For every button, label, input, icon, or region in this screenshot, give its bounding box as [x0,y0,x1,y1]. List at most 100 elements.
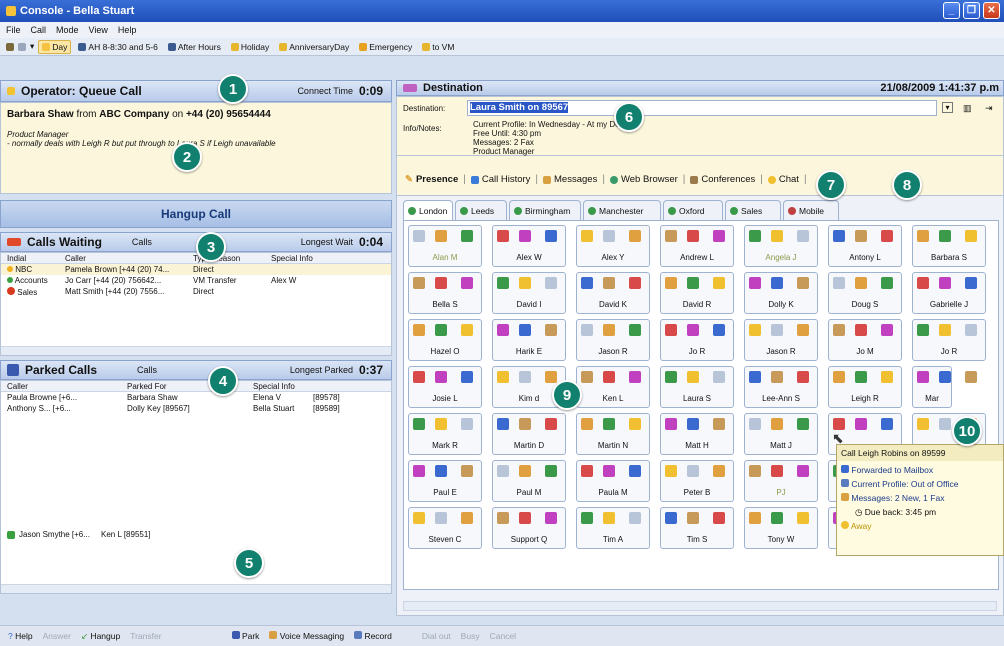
horizontal-scrollbar[interactable] [1,584,391,593]
dial-out-button[interactable]: Dial out [422,631,451,641]
contact-card[interactable]: Lee-Ann S [744,366,818,408]
tab-chat[interactable]: Chat [767,174,799,185]
mode-to-vm[interactable]: to VM [419,41,457,53]
contact-card[interactable]: Gabrielle J [912,272,986,314]
contact-card[interactable]: Jo R [912,319,986,361]
record-button[interactable]: Record [354,631,392,641]
contact-card[interactable]: Jason R [576,319,650,361]
group-tab-birmingham[interactable]: Birmingham [509,200,581,220]
contact-card[interactable]: David I [492,272,566,314]
contact-card[interactable]: Jo M [828,319,902,361]
contact-card[interactable]: Doug S [828,272,902,314]
group-tab-london[interactable]: London [403,200,453,220]
contact-card[interactable]: Alan M [408,225,482,267]
contact-card[interactable]: Jo R [660,319,734,361]
minimize-button[interactable]: _ [943,2,960,19]
contact-card[interactable]: Martin N [576,413,650,455]
contact-card[interactable]: Antony L [828,225,902,267]
maximize-button[interactable]: ❐ [963,2,980,19]
tab-messages[interactable]: Messages [543,174,597,185]
mode-holiday[interactable]: Holiday [228,41,272,53]
help-button[interactable]: ? Help [8,631,33,641]
park-button[interactable]: Park [231,631,259,641]
voice-messaging-button[interactable]: Voice Messaging [269,631,344,641]
destination-input[interactable]: Laura Smith on 89567 [467,100,937,116]
mode-emergency[interactable]: Emergency [356,41,415,53]
contact-card[interactable]: Mar [912,366,977,408]
tab-call-history[interactable]: Call History [470,174,530,185]
group-tab-oxford[interactable]: Oxford [663,200,723,220]
contact-card[interactable]: Alex Y [576,225,650,267]
contact-card[interactable]: David R [660,272,734,314]
phone-icon [965,324,977,336]
options-icon[interactable] [18,42,26,51]
hangup-call-button[interactable]: Hangup Call [0,200,392,228]
group-tab-manchester[interactable]: Manchester [583,200,661,220]
horizontal-scrollbar[interactable] [1,346,391,355]
menu-help[interactable]: Help [118,25,137,35]
menu-mode[interactable]: Mode [56,25,79,35]
contact-card[interactable]: Dolly K [744,272,818,314]
contact-card[interactable]: Tim S [660,507,734,549]
mode-after-hours[interactable]: After Hours [165,41,224,53]
contact-card[interactable]: Paula M [576,460,650,502]
contact-card[interactable]: Ken L [576,366,650,408]
table-row[interactable]: Paula Browne [+6... Barbara Shaw Elena V [8… [1,392,391,403]
contact-card[interactable]: Angela J [744,225,818,267]
tab-conferences[interactable]: Conferences [690,174,755,185]
contact-card[interactable]: David K [576,272,650,314]
contact-card[interactable]: Andrew L [660,225,734,267]
contact-card[interactable]: Mark R [408,413,482,455]
pin-icon[interactable]: ⇥ [985,103,993,114]
transfer-button[interactable]: Transfer [130,631,161,641]
contact-card[interactable]: Martin D [492,413,566,455]
mode-ah[interactable]: AH 8-8:30 and 5-6 [75,41,160,53]
destination-dropdown[interactable]: ▾ [942,102,953,113]
contact-card[interactable]: Bella S [408,272,482,314]
contact-card[interactable]: Jason R [744,319,818,361]
table-row[interactable]: Accounts Jo Carr [+44 (20) 756642... VM Tr… [1,275,391,286]
book-icon[interactable]: ▥ [963,103,972,114]
contact-card[interactable]: PJ [744,460,818,502]
mode-anniversary[interactable]: AnniversaryDay [276,41,352,53]
contact-card[interactable]: Alex W [492,225,566,267]
contact-card[interactable]: Support Q [492,507,566,549]
phone-icon[interactable] [6,42,14,51]
contact-card[interactable]: Peter B [660,460,734,502]
mode-day[interactable]: Day [38,39,72,54]
group-tab-mobile[interactable]: Mobile [783,200,839,220]
dropdown-arrow-icon[interactable]: ▾ [30,41,34,52]
held-call-row[interactable]: Jason Smythe [+6... Ken L [89551] [1,529,151,540]
tab-web-browser[interactable]: Web Browser [609,174,678,185]
parked-icon [7,364,19,376]
contact-card[interactable]: Harik E [492,319,566,361]
contact-card[interactable]: Barbara S [912,225,986,267]
contact-card[interactable]: Hazel O [408,319,482,361]
hangup-button[interactable]: ↙ Hangup [81,631,120,642]
contact-card[interactable]: Matt J [744,413,818,455]
menu-view[interactable]: View [89,25,108,35]
contact-card[interactable]: Tim A [576,507,650,549]
contact-card[interactable]: Tony W [744,507,818,549]
table-row[interactable]: NBC Pamela Brown [+44 (20) 74... Direct [1,264,391,275]
tooltip-title[interactable]: Call Leigh Robins on 89599 [837,445,1003,461]
table-row[interactable]: Anthony S... [+6... Dolly Key [89567] Bell… [1,403,391,414]
contact-card[interactable]: Laura S [660,366,734,408]
horizontal-scrollbar[interactable] [403,601,997,611]
answer-button[interactable]: Answer [43,631,71,641]
table-row[interactable]: Sales Matt Smith [+44 (20) 7556... Direct [1,286,391,297]
cancel-button[interactable]: Cancel [490,631,516,641]
tab-presence[interactable]: ✎ Presence [405,174,458,185]
contact-card[interactable]: Steven C [408,507,482,549]
busy-button[interactable]: Busy [461,631,480,641]
group-tab-leeds[interactable]: Leeds [455,200,507,220]
menu-call[interactable]: Call [31,25,47,35]
menu-file[interactable]: File [6,25,21,35]
group-tab-sales[interactable]: Sales [725,200,781,220]
contact-card[interactable]: Paul E [408,460,482,502]
contact-card[interactable]: Paul M [492,460,566,502]
contact-card[interactable]: Matt H [660,413,734,455]
contact-card[interactable]: Leigh R [828,366,902,408]
close-button[interactable]: ✕ [983,2,1000,19]
contact-card[interactable]: Josie L [408,366,482,408]
